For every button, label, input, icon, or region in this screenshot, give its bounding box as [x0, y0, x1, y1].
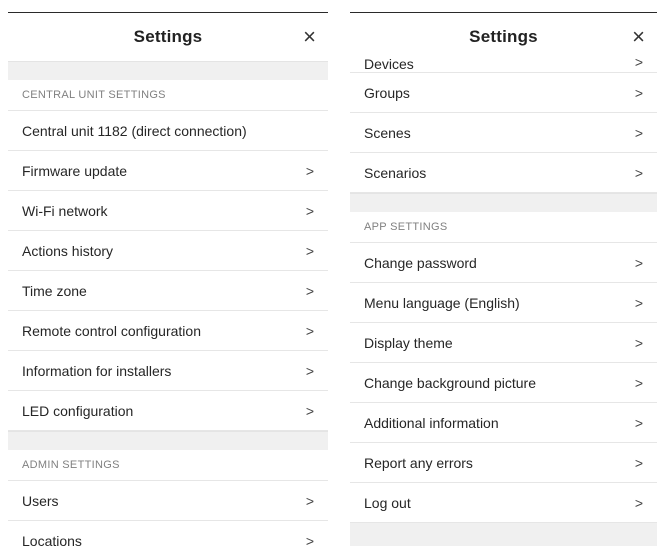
item-label: Menu language (English)	[364, 294, 520, 311]
led-configuration-item[interactable]: LED configuration >	[8, 391, 328, 431]
chevron-right-icon: >	[305, 202, 314, 219]
settings-panel-left: Settings × CENTRAL UNIT SETTINGS Central…	[8, 0, 328, 546]
change-password-item[interactable]: Change password >	[350, 243, 657, 283]
settings-list: Devices > Groups > Scenes > Scenarios > …	[350, 55, 657, 546]
panel-title: Settings	[133, 27, 203, 46]
item-label: Wi-Fi network	[22, 202, 108, 219]
chevron-right-icon: >	[305, 402, 314, 419]
item-label: Scenes	[364, 124, 411, 141]
chevron-right-icon: >	[305, 492, 314, 509]
chevron-right-icon: >	[634, 494, 643, 511]
chevron-right-icon: >	[634, 334, 643, 351]
chevron-right-icon: >	[634, 55, 643, 70]
locations-item[interactable]: Locations >	[8, 521, 328, 546]
settings-list: CENTRAL UNIT SETTINGS Central unit 1182 …	[8, 61, 328, 546]
section-spacer	[8, 431, 328, 450]
chevron-right-icon: >	[305, 532, 314, 546]
chevron-right-icon: >	[634, 84, 643, 101]
groups-item[interactable]: Groups >	[350, 73, 657, 113]
item-label: Users	[22, 492, 59, 509]
item-label: Actions history	[22, 242, 114, 259]
chevron-right-icon: >	[634, 454, 643, 471]
devices-item[interactable]: Devices >	[350, 55, 657, 73]
chevron-right-icon: >	[305, 282, 314, 299]
item-label: LED configuration	[22, 402, 134, 419]
chevron-right-icon: >	[305, 322, 314, 339]
item-label: Central unit 1182 (direct connection)	[22, 122, 247, 139]
item-label: Information for installers	[22, 362, 172, 379]
section-header-app: APP SETTINGS	[350, 212, 657, 243]
information-for-installers-item[interactable]: Information for installers >	[8, 351, 328, 391]
menu-language-item[interactable]: Menu language (English) >	[350, 283, 657, 323]
display-theme-item[interactable]: Display theme >	[350, 323, 657, 363]
item-label: Report any errors	[364, 454, 473, 471]
item-label: Change background picture	[364, 374, 537, 391]
report-errors-item[interactable]: Report any errors >	[350, 443, 657, 483]
chevron-right-icon: >	[305, 362, 314, 379]
scenes-item[interactable]: Scenes >	[350, 113, 657, 153]
actions-history-item[interactable]: Actions history >	[8, 231, 328, 271]
chevron-right-icon: >	[634, 374, 643, 391]
section-header-admin: ADMIN SETTINGS	[8, 450, 328, 481]
log-out-item[interactable]: Log out >	[350, 483, 657, 523]
chevron-right-icon: >	[634, 294, 643, 311]
close-icon[interactable]: ×	[303, 26, 316, 48]
wifi-network-item[interactable]: Wi-Fi network >	[8, 191, 328, 231]
section-spacer	[350, 523, 657, 546]
item-label: Scenarios	[364, 164, 427, 181]
central-unit-item[interactable]: Central unit 1182 (direct connection)	[8, 111, 328, 151]
chevron-right-icon: >	[634, 164, 643, 181]
item-label: Additional information	[364, 414, 499, 431]
item-label: Time zone	[22, 282, 87, 299]
scenarios-item[interactable]: Scenarios >	[350, 153, 657, 193]
chevron-right-icon: >	[634, 124, 643, 141]
item-label: Firmware update	[22, 162, 128, 179]
item-label: Change password	[364, 254, 477, 271]
firmware-update-item[interactable]: Firmware update >	[8, 151, 328, 191]
users-item[interactable]: Users >	[8, 481, 328, 521]
close-icon[interactable]: ×	[632, 26, 645, 48]
item-label: Locations	[22, 532, 82, 546]
panel-title: Settings	[469, 27, 538, 46]
chevron-right-icon: >	[634, 254, 643, 271]
remote-control-configuration-item[interactable]: Remote control configuration >	[8, 311, 328, 351]
chevron-right-icon: >	[305, 162, 314, 179]
chevron-right-icon: >	[634, 414, 643, 431]
panel-header: Settings ×	[350, 13, 657, 61]
section-header-central-unit: CENTRAL UNIT SETTINGS	[8, 80, 328, 111]
section-spacer	[8, 61, 328, 80]
panel-header: Settings ×	[8, 13, 328, 61]
item-label: Display theme	[364, 334, 453, 351]
item-label: Remote control configuration	[22, 322, 201, 339]
settings-panel-right: Settings × Devices > Groups > Scenes > S…	[350, 0, 657, 546]
change-background-picture-item[interactable]: Change background picture >	[350, 363, 657, 403]
time-zone-item[interactable]: Time zone >	[8, 271, 328, 311]
item-label: Devices	[364, 58, 414, 70]
section-spacer	[350, 193, 657, 212]
chevron-right-icon: >	[305, 242, 314, 259]
item-label: Log out	[364, 494, 411, 511]
additional-information-item[interactable]: Additional information >	[350, 403, 657, 443]
item-label: Groups	[364, 84, 410, 101]
